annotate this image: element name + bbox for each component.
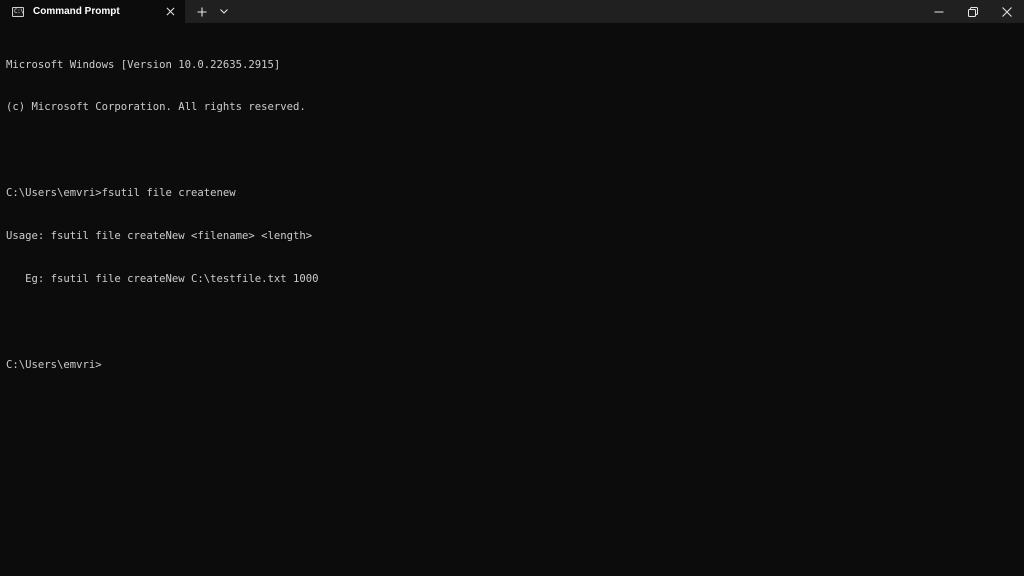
terminal-prompt-line[interactable]: C:\Users\emvri> <box>6 358 1018 372</box>
new-tab-button[interactable] <box>190 0 214 23</box>
terminal-line: Usage: fsutil file createNew <filename> … <box>6 230 313 243</box>
tab-title: Command Prompt <box>33 6 120 17</box>
title-bar-drag-area[interactable] <box>234 0 922 23</box>
restore-button[interactable] <box>956 0 990 23</box>
close-icon <box>166 7 175 16</box>
terminal-line: Eg: fsutil file createNew C:\testfile.tx… <box>6 273 319 286</box>
command-prompt-window: C:\ Command Prompt Microsoft Windows [Ve… <box>0 0 1024 576</box>
chevron-down-icon <box>220 9 228 14</box>
close-window-button[interactable] <box>990 0 1024 23</box>
terminal-output[interactable]: Microsoft Windows [Version 10.0.22635.29… <box>6 29 1018 576</box>
close-tab-button[interactable] <box>162 3 179 20</box>
terminal-line: Microsoft Windows [Version 10.0.22635.29… <box>6 58 281 71</box>
tab-command-prompt[interactable]: C:\ Command Prompt <box>0 0 185 23</box>
minimize-button[interactable] <box>922 0 956 23</box>
terminal-line: C:\Users\emvri>fsutil file createnew <box>6 187 236 200</box>
restore-icon <box>968 6 978 17</box>
command-prompt-icon-glyph: C:\ <box>14 7 24 15</box>
close-icon <box>1002 6 1012 17</box>
minimize-icon <box>934 11 944 12</box>
terminal-line: (c) Microsoft Corporation. All rights re… <box>6 101 306 114</box>
tab-dropdown-button[interactable] <box>214 0 234 23</box>
command-prompt-icon: C:\ <box>12 6 24 17</box>
title-bar[interactable]: C:\ Command Prompt <box>0 0 1024 23</box>
plus-icon <box>197 7 207 16</box>
